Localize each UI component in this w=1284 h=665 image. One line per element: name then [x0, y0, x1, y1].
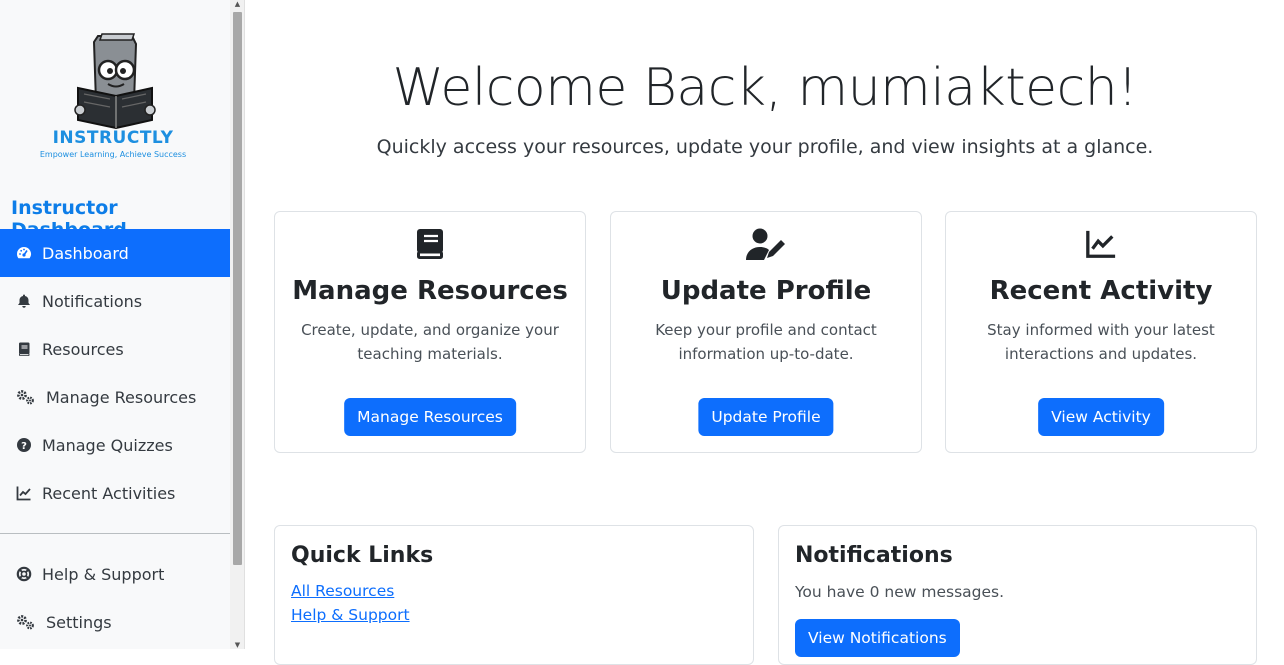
sidebar-item-label: Manage Resources: [46, 387, 197, 407]
card-text: Stay informed with your latest interacti…: [987, 321, 1215, 363]
manage-resources-button[interactable]: Manage Resources: [344, 398, 516, 436]
gears-icon: [15, 388, 37, 406]
card-title: Manage Resources: [292, 276, 568, 306]
gears-icon: [15, 613, 37, 631]
manage-resources-card: Manage Resources Create, update, and org…: [274, 211, 586, 453]
sidebar-item-settings[interactable]: Settings: [0, 598, 230, 646]
view-notifications-button[interactable]: View Notifications: [795, 619, 960, 657]
book-icon: [15, 340, 33, 358]
sidebar-item-manage-quizzes[interactable]: ? Manage Quizzes: [0, 421, 230, 469]
life-ring-icon: [15, 565, 33, 583]
sidebar-item-label: Recent Activities: [42, 483, 176, 503]
bell-icon: [15, 292, 33, 310]
page-title: Welcome Back, mumiaktech!: [392, 58, 1138, 118]
sidebar-item-label: Notifications: [42, 291, 143, 311]
user-pen-icon: [611, 227, 921, 263]
sidebar-item-label: Resources: [42, 339, 124, 359]
card-text: Create, update, and organize your teachi…: [301, 321, 559, 363]
scroll-up-arrow-icon[interactable]: ▲: [233, 0, 242, 8]
svg-text:?: ?: [21, 441, 27, 452]
brand-name: INSTRUCTLY: [52, 128, 174, 148]
sidebar: INSTRUCTLY Empower Learning, Achieve Suc…: [0, 0, 230, 649]
chart-line-icon: [15, 484, 33, 502]
sidebar-item-label: Help & Support: [42, 564, 165, 584]
question-circle-icon: ?: [15, 436, 33, 454]
quick-links-card: Quick Links All Resources Help & Support: [274, 525, 754, 665]
sidebar-item-label: Manage Quizzes: [42, 435, 173, 455]
sidebar-item-dashboard[interactable]: Dashboard: [0, 229, 230, 277]
book-icon: [275, 227, 585, 263]
card-title: Update Profile: [660, 276, 872, 306]
sidebar-item-manage-resources[interactable]: Manage Resources: [0, 373, 230, 421]
all-resources-link[interactable]: All Resources: [291, 582, 394, 600]
sidebar-scroll-thumb[interactable]: [233, 12, 242, 565]
help-support-link[interactable]: Help & Support: [291, 606, 410, 624]
sidebar-item-notifications[interactable]: Notifications: [0, 277, 230, 325]
gauge-icon: [15, 244, 33, 262]
update-profile-card: Update Profile Keep your profile and con…: [610, 211, 922, 453]
notifications-message: You have 0 new messages.: [795, 583, 1005, 601]
view-activity-button[interactable]: View Activity: [1038, 398, 1164, 436]
card-title: Recent Activity: [989, 276, 1213, 306]
sidebar-item-resources[interactable]: Resources: [0, 325, 230, 373]
sidebar-item-label: Settings: [46, 612, 112, 632]
sidebar-divider: [0, 533, 230, 534]
sidebar-item-label: Dashboard: [42, 243, 129, 263]
sidebar-item-help-support[interactable]: Help & Support: [0, 550, 230, 598]
update-profile-button[interactable]: Update Profile: [698, 398, 834, 436]
brand-tagline: Empower Learning, Achieve Success: [39, 150, 187, 159]
recent-activity-card: Recent Activity Stay informed with your …: [945, 211, 1257, 453]
scroll-down-arrow-icon[interactable]: ▼: [233, 641, 242, 649]
notifications-card: Notifications You have 0 new messages. V…: [778, 525, 1257, 665]
quick-links-title: Quick Links: [291, 543, 434, 568]
page-subtitle: Quickly access your resources, update yo…: [376, 136, 1154, 158]
card-text: Keep your profile and contact informatio…: [655, 321, 877, 363]
chart-line-icon: [946, 227, 1256, 263]
sidebar-item-recent-activities[interactable]: Recent Activities: [0, 469, 230, 517]
notifications-title: Notifications: [795, 543, 953, 568]
